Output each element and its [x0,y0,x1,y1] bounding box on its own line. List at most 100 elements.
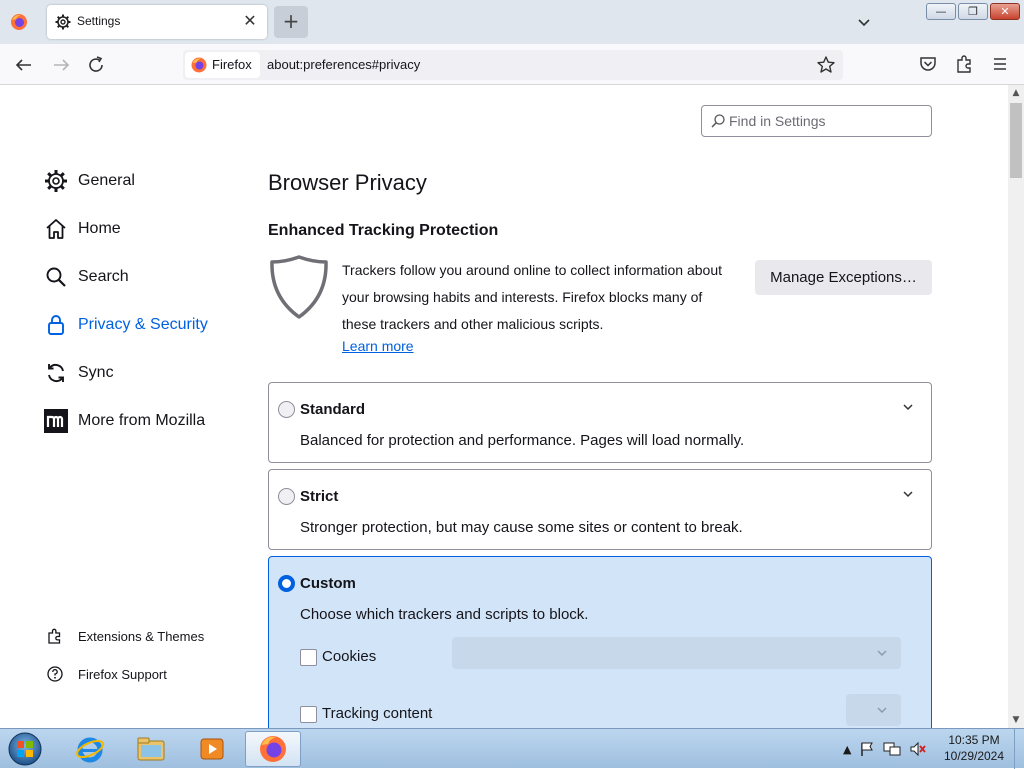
tracking-content-checkbox[interactable] [300,706,317,723]
gear-icon [45,170,67,192]
etp-description: Trackers follow you around online to col… [342,262,723,332]
firefox-logo-icon [191,57,207,73]
category-search[interactable]: Search [44,259,129,295]
media-player-icon [200,738,224,760]
system-clock[interactable]: 10:35 PM 10/29/2024 [938,732,1010,764]
vertical-scrollbar[interactable]: ▲ ▼ [1008,85,1024,728]
firefox-icon [260,736,286,762]
home-icon [46,219,66,239]
window-maximize-button[interactable]: ❐ [958,3,988,20]
extensions-puzzle-icon[interactable] [953,53,975,75]
clock-date: 10/29/2024 [943,749,1005,763]
show-hidden-icons-button[interactable]: ▲ [843,743,851,756]
settings-page: General Home Search Privacy & Security S… [0,85,1008,728]
search-icon [46,267,66,287]
reload-icon[interactable] [83,52,109,78]
sync-icon [48,364,64,382]
category-more-from-mozilla[interactable]: More from Mozilla [44,403,205,439]
list-all-tabs-chevron-icon[interactable] [852,10,876,34]
action-center-flag-icon[interactable] [859,741,875,757]
tab-strip: Settings ✕ + — ❐ ✕ [0,0,1024,44]
strict-radio[interactable] [278,488,295,505]
gear-icon [55,14,71,30]
category-label: General [78,172,135,189]
forward-arrow-icon[interactable] [48,52,74,78]
extensions-themes-label: Extensions & Themes [78,628,205,644]
window-minimize-button[interactable]: — [926,3,956,20]
chevron-down-icon [877,650,887,657]
cookies-select[interactable] [452,637,901,669]
find-in-settings-box[interactable] [701,105,932,137]
file-explorer-icon [137,737,165,761]
firefox-support-link[interactable]: Firefox Support [46,662,167,686]
scroll-down-arrow-icon[interactable]: ▼ [1008,712,1024,728]
option-title: Custom [300,575,356,592]
mozilla-icon [44,409,68,433]
identity-box[interactable]: Firefox [185,52,260,78]
navigation-toolbar: Firefox about:preferences#privacy [0,44,1024,85]
window-close-button[interactable]: ✕ [990,3,1020,20]
page-title: Browser Privacy [268,170,427,195]
identity-label: Firefox [212,57,252,72]
category-label: Search [78,268,129,285]
category-label: Privacy & Security [78,316,208,333]
category-home[interactable]: Home [44,211,121,247]
puzzle-icon [48,628,61,644]
taskbar-file-explorer[interactable] [123,731,179,767]
option-description: Stronger protection, but may cause some … [300,519,743,536]
option-description: Choose which trackers and scripts to blo… [300,606,589,623]
option-title: Standard [300,401,366,418]
category-general[interactable]: General [44,163,135,199]
custom-radio[interactable] [278,575,295,592]
learn-more-link[interactable]: Learn more [342,338,414,354]
category-label: Home [78,220,121,237]
maximize-icon: ❐ [968,5,978,18]
extensions-themes-link[interactable]: Extensions & Themes [46,624,204,648]
bookmark-star-icon[interactable] [815,54,837,76]
scrollbar-thumb[interactable] [1010,103,1022,178]
chevron-down-icon[interactable] [901,487,915,501]
url-text[interactable]: about:preferences#privacy [267,57,420,72]
tracking-content-select[interactable] [846,694,901,726]
hamburger-menu-icon[interactable] [989,53,1011,75]
category-privacy-security[interactable]: Privacy & Security [44,307,208,343]
internet-explorer-icon [76,737,104,763]
taskbar-firefox[interactable] [245,731,301,767]
cookies-checkbox[interactable] [300,649,317,666]
firefox-support-label: Firefox Support [78,666,167,682]
show-desktop-button[interactable] [1014,729,1024,769]
etp-option-strict[interactable]: Strict Stronger protection, but may caus… [268,469,932,550]
system-tray: ▲ [843,733,927,765]
find-in-settings-input[interactable] [729,111,924,131]
chevron-down-icon[interactable] [901,400,915,414]
etp-option-custom[interactable]: Custom Choose which trackers and scripts… [268,556,932,728]
pocket-icon[interactable] [917,53,939,75]
cookies-label: Cookies [322,648,377,665]
etp-option-standard[interactable]: Standard Balanced for protection and per… [268,382,932,463]
option-title: Strict [300,488,339,505]
scroll-up-arrow-icon[interactable]: ▲ [1008,85,1024,101]
volume-muted-icon[interactable] [909,741,927,757]
manage-exceptions-button[interactable]: Manage Exceptions… [755,260,932,295]
back-arrow-icon[interactable] [11,52,37,78]
tracking-content-label: Tracking content [322,705,433,722]
minimize-icon: — [935,5,947,18]
tab-settings[interactable]: Settings ✕ [47,5,267,39]
standard-radio[interactable] [278,401,295,418]
category-label: Sync [78,364,114,381]
taskbar-internet-explorer[interactable] [62,731,118,767]
category-label: More from Mozilla [78,412,206,429]
category-sync[interactable]: Sync [44,355,114,391]
url-bar[interactable]: Firefox about:preferences#privacy [183,50,843,80]
search-icon [711,114,725,128]
taskbar-media-player[interactable] [184,731,240,767]
tab-close-button[interactable]: ✕ [241,11,259,31]
tab-title: Settings [77,14,121,28]
new-tab-button[interactable]: + [274,6,308,38]
lock-icon [48,315,64,335]
windows-taskbar: ▲ 10:35 PM 10/29/2024 [0,728,1024,769]
clock-time: 10:35 PM [948,733,1000,747]
firefox-view-icon[interactable] [10,13,28,31]
start-icon[interactable] [6,731,44,767]
network-icon[interactable] [883,741,901,757]
